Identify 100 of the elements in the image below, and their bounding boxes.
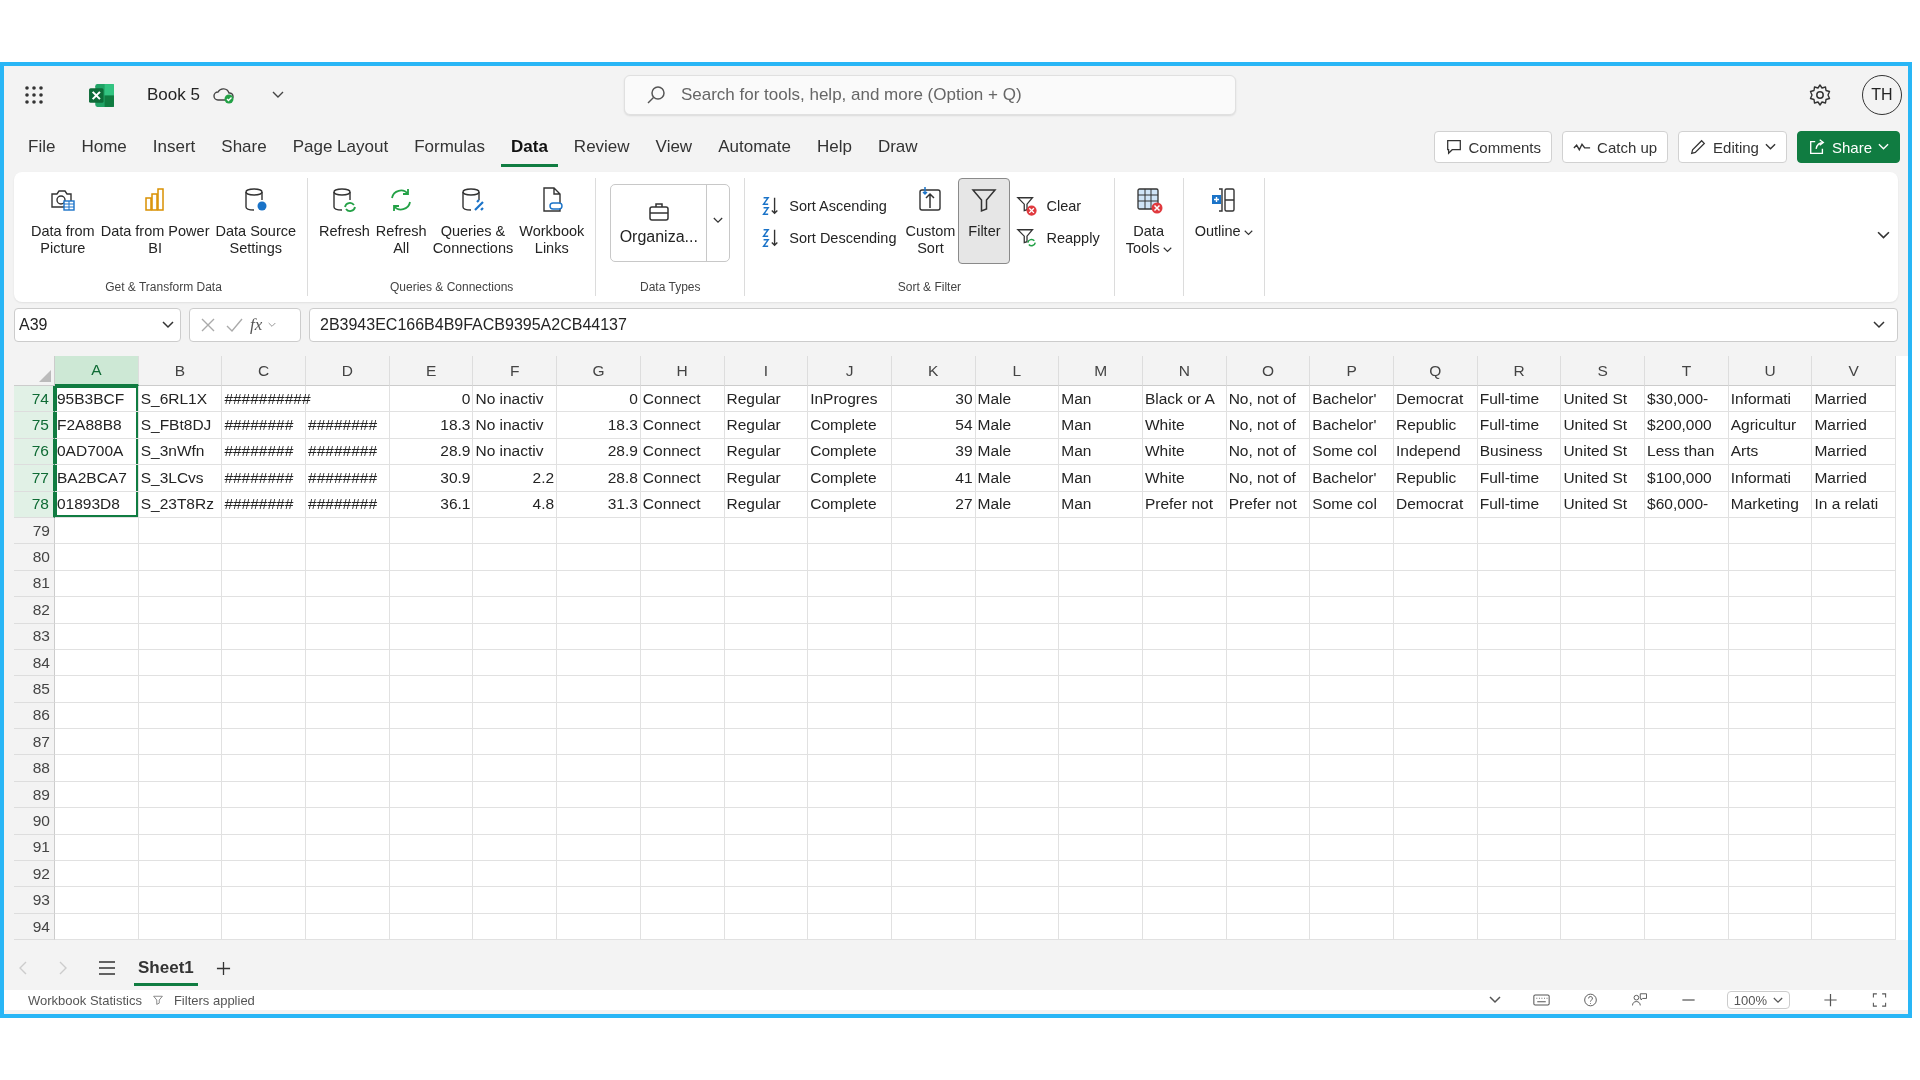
column-header[interactable]: B bbox=[138, 356, 223, 386]
ribbon-button[interactable]: Custom Sort bbox=[902, 178, 959, 265]
fullscreen-icon[interactable] bbox=[1871, 993, 1888, 1008]
column-header[interactable]: K bbox=[891, 356, 976, 386]
menu-tab[interactable]: Automate bbox=[708, 127, 801, 167]
row-header[interactable]: 89 bbox=[14, 781, 55, 809]
gallery-item-label[interactable]: Organiza... bbox=[619, 228, 698, 246]
document-title[interactable]: Book 5 bbox=[147, 85, 200, 105]
row-header[interactable]: 83 bbox=[14, 623, 55, 650]
add-sheet-icon[interactable] bbox=[215, 960, 231, 976]
menu-tab[interactable]: Home bbox=[71, 127, 137, 167]
column-header[interactable]: M bbox=[1059, 356, 1143, 386]
caret-icon[interactable] bbox=[271, 91, 284, 99]
keyboard-icon[interactable] bbox=[1532, 993, 1550, 1008]
row-header[interactable]: 77 bbox=[14, 465, 55, 492]
column-header[interactable]: E bbox=[389, 356, 474, 386]
help-icon[interactable] bbox=[1581, 993, 1599, 1008]
column-header[interactable]: P bbox=[1310, 356, 1394, 386]
menu-tab[interactable]: File bbox=[18, 127, 66, 167]
ribbon-button[interactable]: Refresh All bbox=[372, 178, 430, 265]
ribbon-button[interactable]: Queries & Connections bbox=[429, 178, 517, 265]
row-header[interactable]: 84 bbox=[14, 649, 55, 677]
row-header[interactable]: 86 bbox=[14, 702, 55, 730]
table-cell: 01893D8 bbox=[55, 491, 139, 518]
row-header[interactable]: 91 bbox=[14, 834, 55, 862]
column-header[interactable]: U bbox=[1728, 356, 1813, 386]
row-header[interactable]: 82 bbox=[14, 597, 55, 624]
column-header[interactable]: G bbox=[557, 356, 641, 386]
menu-tab[interactable]: Formulas bbox=[404, 127, 495, 167]
feedback-icon[interactable] bbox=[1630, 993, 1648, 1008]
row-header[interactable]: 74 bbox=[14, 386, 55, 413]
column-header[interactable]: R bbox=[1477, 356, 1562, 386]
menu-tab[interactable]: Review bbox=[563, 127, 640, 167]
name-box[interactable]: A39 bbox=[14, 308, 181, 342]
zoom-in-icon[interactable] bbox=[1822, 993, 1839, 1008]
share-button[interactable]: Share bbox=[1796, 131, 1900, 163]
data-type-gallery[interactable]: Organiza... bbox=[610, 184, 731, 262]
menu-tab[interactable]: View bbox=[645, 127, 703, 167]
zoom-level-dropdown[interactable]: 100% bbox=[1726, 991, 1790, 1010]
row-header[interactable]: 80 bbox=[14, 544, 55, 571]
row-header[interactable]: 87 bbox=[14, 729, 55, 756]
catch-up-button[interactable]: Catch up bbox=[1562, 131, 1669, 163]
collapse-ribbon-icon[interactable] bbox=[1877, 231, 1890, 240]
ribbon-button[interactable]: Data from Power BI bbox=[97, 178, 213, 265]
cloud-saved-icon[interactable] bbox=[211, 85, 236, 105]
column-header[interactable]: J bbox=[808, 356, 892, 386]
row-header[interactable]: 88 bbox=[14, 755, 55, 782]
ribbon-button[interactable]: Refresh bbox=[316, 178, 373, 248]
spreadsheet-logo-icon[interactable] bbox=[88, 82, 115, 108]
ribbon-button[interactable]: Sort Ascending bbox=[753, 192, 903, 220]
row-header[interactable]: 92 bbox=[14, 861, 55, 888]
row-header[interactable]: 75 bbox=[14, 412, 55, 439]
ribbon-button[interactable]: Data from Picture bbox=[28, 178, 98, 265]
caret-icon[interactable] bbox=[713, 217, 724, 224]
menu-tab[interactable]: Insert bbox=[142, 127, 206, 167]
menu-icon[interactable] bbox=[98, 961, 116, 976]
ribbon-button[interactable]: Filter bbox=[958, 178, 1011, 264]
comments-button[interactable]: Comments bbox=[1433, 131, 1553, 163]
column-header[interactable]: F bbox=[473, 356, 558, 386]
row-header[interactable]: 90 bbox=[14, 808, 55, 835]
ribbon-button[interactable]: Data Tools bbox=[1122, 178, 1175, 265]
column-header[interactable]: V bbox=[1812, 356, 1897, 386]
ribbon-button[interactable]: Clear bbox=[1010, 192, 1106, 220]
row-header[interactable]: 81 bbox=[14, 570, 55, 598]
row-header[interactable]: 76 bbox=[14, 438, 55, 466]
column-header[interactable]: N bbox=[1142, 356, 1227, 386]
menu-tab[interactable]: Share bbox=[211, 127, 277, 167]
sheet-tab[interactable]: Sheet1 bbox=[134, 950, 198, 987]
row-header[interactable]: 93 bbox=[14, 887, 55, 914]
ribbon-button[interactable]: Outline bbox=[1191, 178, 1256, 248]
row-header[interactable]: 78 bbox=[14, 491, 55, 518]
row-header[interactable]: 94 bbox=[14, 913, 55, 941]
settings-icon[interactable] bbox=[1808, 83, 1832, 107]
column-header[interactable]: T bbox=[1645, 356, 1729, 386]
menu-tab[interactable]: Help bbox=[806, 127, 862, 167]
editing-mode-button[interactable]: Editing bbox=[1678, 131, 1787, 163]
formula-field[interactable]: 2B3943EC166B4B9FACB9395A2CB44137 bbox=[309, 308, 1898, 342]
app-launcher-icon[interactable] bbox=[24, 85, 44, 105]
workbook-statistics-link[interactable]: Workbook Statistics bbox=[28, 992, 142, 1008]
column-header[interactable]: A bbox=[55, 356, 139, 386]
column-header[interactable]: H bbox=[640, 356, 725, 386]
column-header[interactable]: O bbox=[1226, 356, 1311, 386]
column-header[interactable]: I bbox=[724, 356, 809, 386]
ribbon-button[interactable]: Reapply bbox=[1010, 224, 1106, 252]
ribbon-button[interactable]: Data Source Settings bbox=[212, 178, 300, 265]
row-header[interactable]: 79 bbox=[14, 517, 55, 545]
caret-icon[interactable] bbox=[1488, 995, 1501, 1006]
column-header[interactable]: S bbox=[1561, 356, 1646, 386]
column-header[interactable]: C bbox=[222, 356, 307, 386]
search-field[interactable]: Search for tools, help, and more (Option + Q) bbox=[623, 75, 1236, 115]
column-header[interactable]: D bbox=[306, 356, 390, 386]
row-header[interactable]: 85 bbox=[14, 676, 55, 703]
insert-function-button[interactable]: fx bbox=[250, 315, 263, 335]
column-header[interactable]: L bbox=[975, 356, 1060, 386]
menu-tab[interactable]: Draw bbox=[867, 127, 928, 167]
ribbon-button[interactable]: Sort Descending bbox=[753, 224, 903, 252]
menu-tab[interactable]: Page Layout bbox=[282, 127, 399, 167]
ribbon-button[interactable]: Workbook Links bbox=[516, 178, 588, 265]
menu-tab[interactable]: Data bbox=[501, 127, 558, 167]
column-header[interactable]: Q bbox=[1394, 356, 1478, 386]
